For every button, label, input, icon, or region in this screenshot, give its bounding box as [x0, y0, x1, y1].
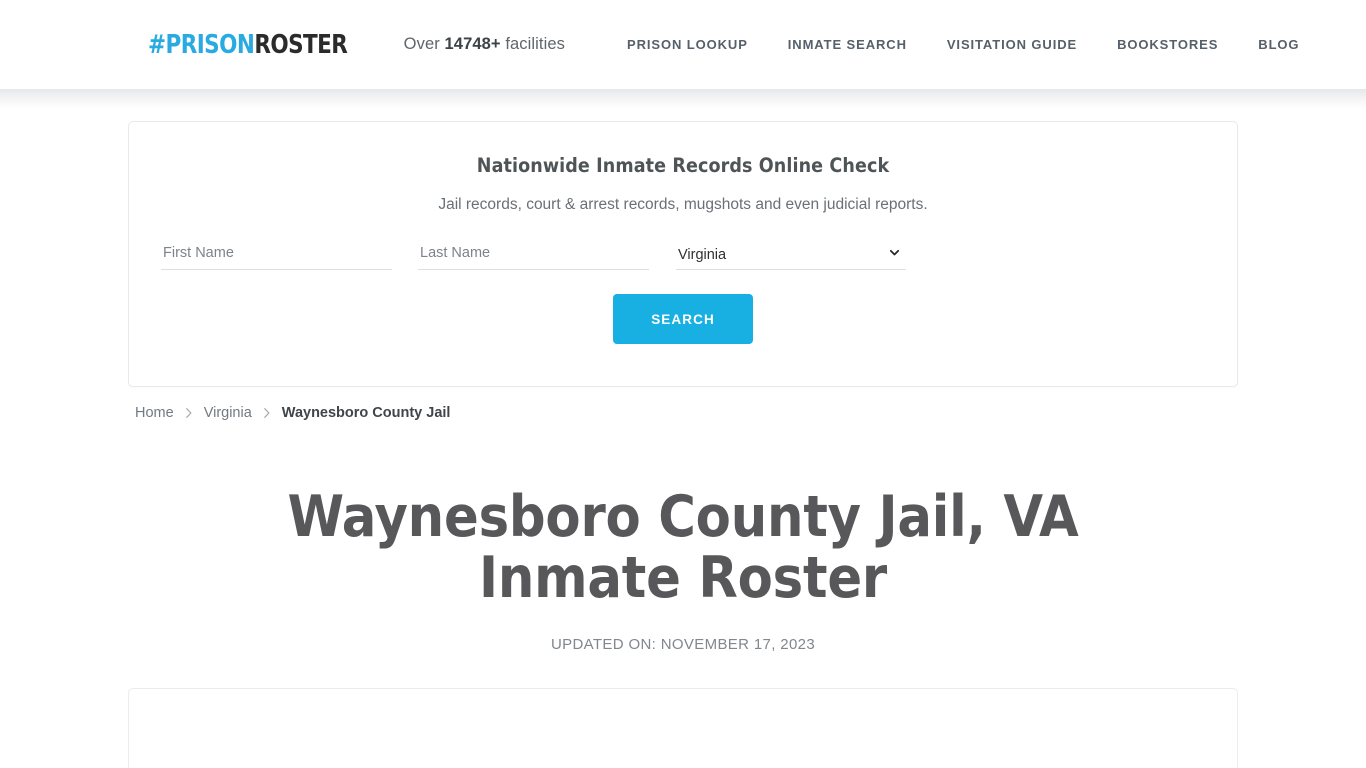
logo-text-prison: #PRISON [148, 29, 255, 60]
breadcrumb: Home Virginia Waynesboro County Jail [128, 405, 1238, 421]
chevron-right-icon [185, 407, 193, 419]
search-button-row: SEARCH [159, 294, 1207, 344]
logo-text-roster: ROSTER [254, 29, 348, 60]
search-card-title: Nationwide Inmate Records Online Check [476, 154, 890, 177]
breadcrumb-current: Waynesboro County Jail [281, 405, 451, 421]
facility-count-prefix: Over [403, 35, 445, 53]
nav-prison-lookup[interactable]: PRISON LOOKUP [607, 37, 768, 52]
facility-count: Over 14748+ facilities [404, 35, 565, 54]
main-navigation: PRISON LOOKUP INMATE SEARCH VISITATION G… [607, 37, 1319, 52]
site-header: #PRISONROSTER Over 14748+ facilities PRI… [0, 0, 1366, 109]
inmate-search-card: Nationwide Inmate Records Online Check J… [128, 121, 1238, 387]
page-container: Nationwide Inmate Records Online Check J… [128, 121, 1238, 768]
site-logo[interactable]: #PRISONROSTER [148, 29, 348, 60]
first-name-field [161, 244, 392, 270]
updated-on-label: UPDATED ON: NOVEMBER 17, 2023 [550, 636, 816, 653]
nav-inmate-search[interactable]: INMATE SEARCH [768, 37, 927, 52]
page-title: Waynesboro County Jail, VA Inmate Roster [287, 484, 1079, 611]
chevron-right-icon [263, 407, 271, 419]
facility-count-number: 14748+ [444, 35, 501, 53]
breadcrumb-home[interactable]: Home [135, 405, 174, 421]
nav-bookstores[interactable]: BOOKSTORES [1097, 37, 1238, 52]
state-select[interactable]: Virginia [676, 247, 906, 269]
roster-content-card [128, 688, 1238, 768]
breadcrumb-state[interactable]: Virginia [204, 405, 252, 421]
inmate-search-form: Virginia [159, 244, 1207, 270]
state-field: Virginia [676, 246, 906, 270]
last-name-field [418, 244, 649, 270]
last-name-input[interactable] [418, 245, 649, 270]
state-select-wrapper: Virginia [676, 246, 906, 270]
search-card-subtitle: Jail records, court & arrest records, mu… [438, 196, 928, 213]
nav-visitation-guide[interactable]: VISITATION GUIDE [927, 37, 1097, 52]
title-block: Waynesboro County Jail, VA Inmate Roster… [128, 484, 1238, 654]
search-button[interactable]: SEARCH [613, 294, 753, 344]
facility-count-suffix: facilities [500, 35, 566, 53]
first-name-input[interactable] [161, 245, 392, 270]
nav-blog[interactable]: BLOG [1238, 37, 1319, 52]
